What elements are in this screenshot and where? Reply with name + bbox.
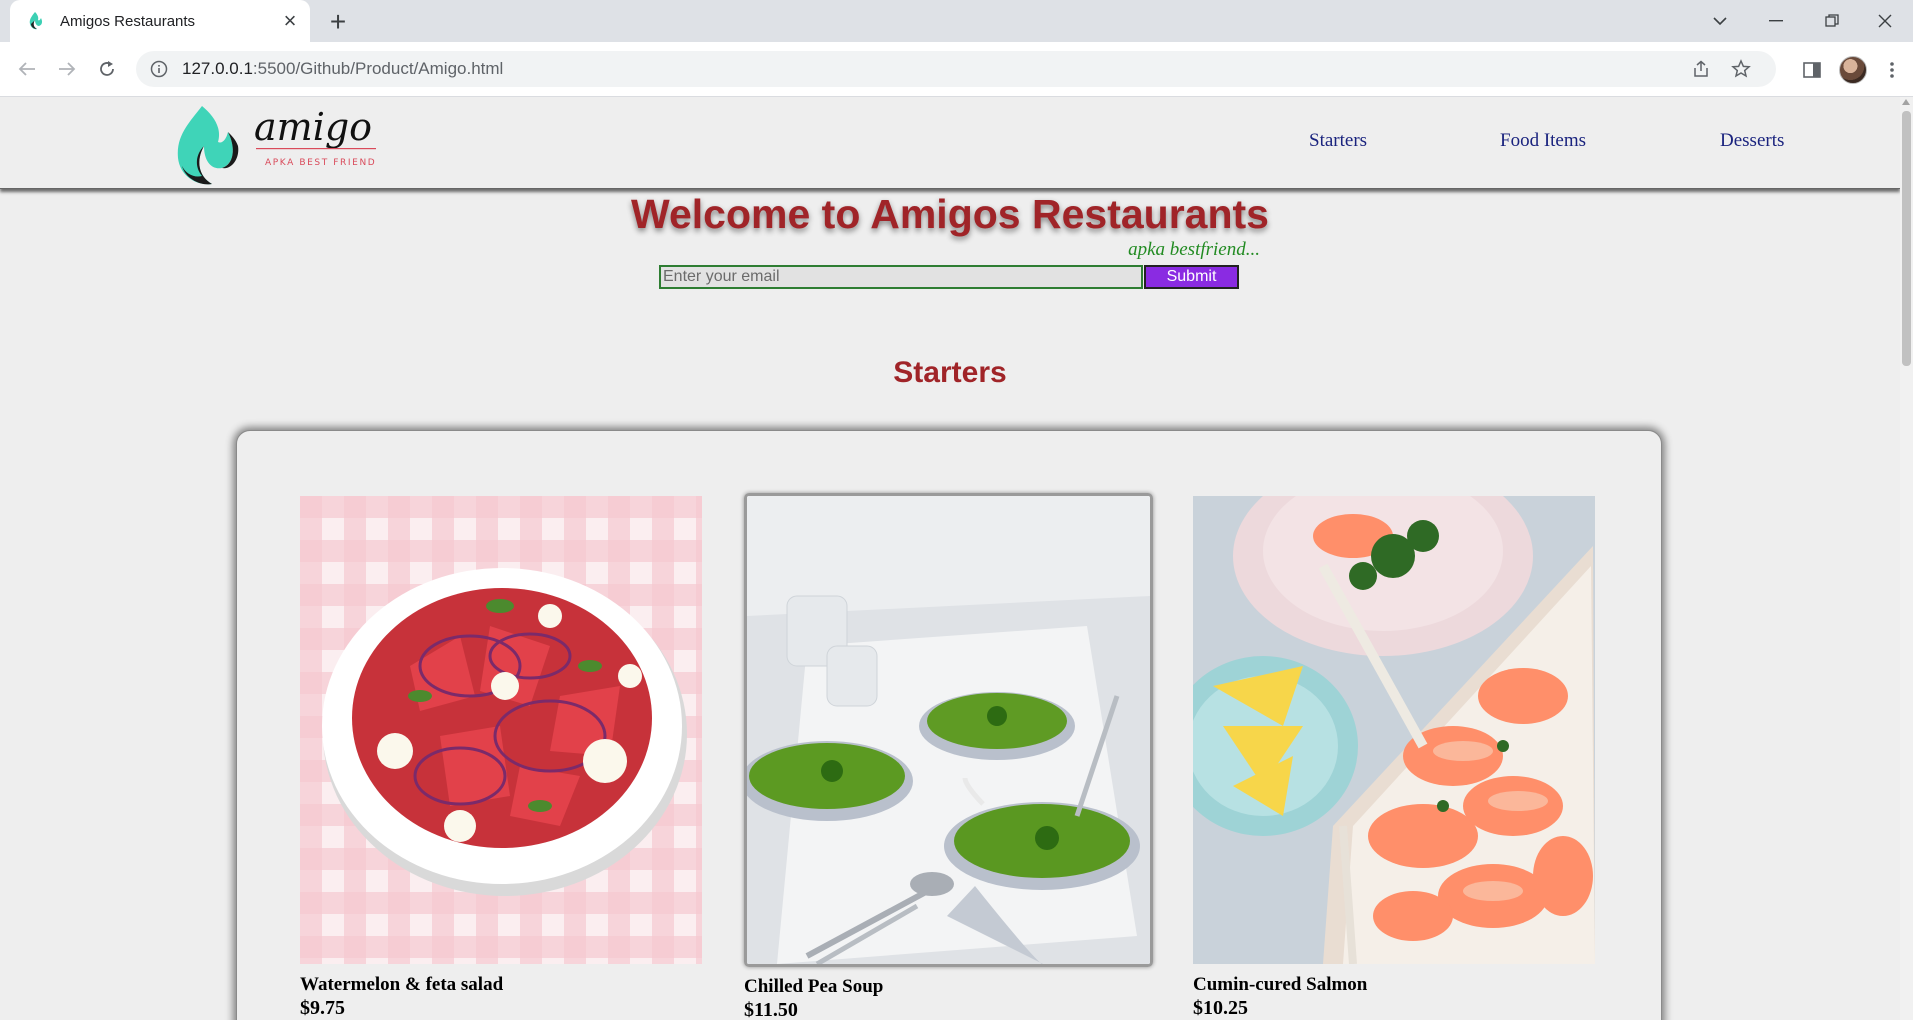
browser-tab[interactable]: Amigos Restaurants × xyxy=(10,0,310,42)
watermelon-salad-image[interactable] xyxy=(300,496,702,964)
hero-title: Welcome to Amigos Restaurants xyxy=(631,191,1269,237)
restore-icon[interactable] xyxy=(1804,0,1860,42)
forward-arrow-icon[interactable] xyxy=(52,54,82,84)
starters-heading: Starters xyxy=(893,356,1007,389)
bookmark-star-icon[interactable] xyxy=(1724,51,1758,87)
cured-salmon-image[interactable] xyxy=(1193,496,1595,964)
menu-item[interactable]: Chilled Pea Soup $11.50 xyxy=(744,493,1154,1020)
site-info-icon[interactable] xyxy=(150,60,168,78)
minimize-icon[interactable] xyxy=(1748,0,1804,42)
item-name: Watermelon & feta salad xyxy=(300,974,504,995)
browser-toolbar: 127.0.0.1:5500/Github/Product/Amigo.html xyxy=(0,42,1913,97)
page-viewport: amigo APKA BEST FRIEND Starters Food Ite… xyxy=(0,97,1900,1020)
reload-icon[interactable] xyxy=(92,54,122,84)
page-scrollbar[interactable] xyxy=(1900,97,1913,1020)
nav-link-food-items[interactable]: Food Items xyxy=(1500,130,1586,152)
side-panel-icon[interactable] xyxy=(1796,54,1828,86)
scrollbar-thumb[interactable] xyxy=(1902,111,1911,366)
item-price: $11.50 xyxy=(744,999,798,1020)
item-price: $10.25 xyxy=(1193,997,1248,1019)
url-text: 127.0.0.1:5500/Github/Product/Amigo.html xyxy=(182,59,504,78)
site-navbar: amigo APKA BEST FRIEND Starters Food Ite… xyxy=(0,97,1900,189)
svg-text:amigo: amigo xyxy=(254,105,372,149)
share-icon[interactable] xyxy=(1684,51,1718,87)
close-tab-icon[interactable]: × xyxy=(276,7,304,35)
email-input[interactable] xyxy=(659,265,1143,289)
back-arrow-icon[interactable] xyxy=(12,54,42,84)
profile-avatar[interactable] xyxy=(1837,54,1869,86)
tab-title: Amigos Restaurants xyxy=(60,12,196,30)
amigo-logo[interactable]: amigo APKA BEST FRIEND xyxy=(172,100,382,188)
nav-link-starters[interactable]: Starters xyxy=(1309,130,1367,152)
item-name: Cumin-cured Salmon xyxy=(1193,974,1368,995)
menu-item[interactable]: Watermelon & feta salad $9.75 xyxy=(300,496,710,1020)
flame-favicon-icon xyxy=(29,12,43,30)
svg-text:APKA BEST FRIEND: APKA BEST FRIEND xyxy=(265,158,376,168)
browser-menu-icon[interactable] xyxy=(1876,54,1908,86)
close-window-icon[interactable] xyxy=(1857,0,1913,42)
menu-item[interactable]: Cumin-cured Salmon $10.25 xyxy=(1193,496,1603,1020)
item-name: Chilled Pea Soup xyxy=(744,976,884,997)
pea-soup-image[interactable] xyxy=(744,493,1153,967)
tab-search-chevron-icon[interactable] xyxy=(1692,0,1748,42)
hero-tagline: apka bestfriend... xyxy=(1128,239,1260,260)
item-price: $9.75 xyxy=(300,997,345,1019)
nav-link-desserts[interactable]: Desserts xyxy=(1720,130,1784,152)
scroll-up-icon[interactable] xyxy=(1902,99,1910,105)
new-tab-icon[interactable]: + xyxy=(322,6,354,38)
address-bar[interactable]: 127.0.0.1:5500/Github/Product/Amigo.html xyxy=(136,51,1776,87)
submit-button[interactable]: Submit xyxy=(1144,265,1239,289)
browser-tab-bar: Amigos Restaurants × + xyxy=(0,0,1913,42)
